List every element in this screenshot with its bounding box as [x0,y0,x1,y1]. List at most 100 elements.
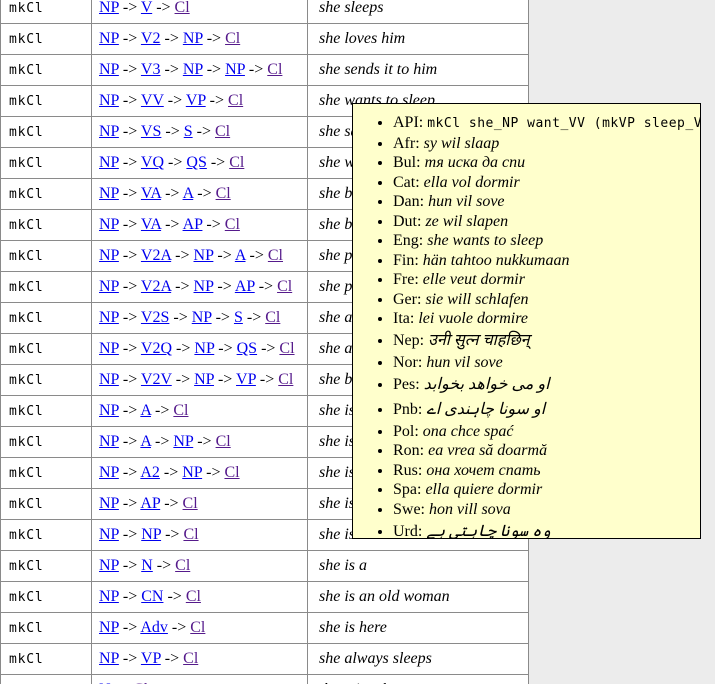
category-link[interactable]: NP [99,371,119,388]
arrow-separator: -> [119,526,141,543]
category-link[interactable]: Cl [186,588,201,605]
category-link[interactable]: A [140,402,151,419]
category-link[interactable]: NP [173,433,193,450]
category-link[interactable]: QS [237,340,257,357]
category-link[interactable]: Cl [279,340,294,357]
category-link[interactable]: Cl [173,402,188,419]
category-link[interactable]: NP [141,526,161,543]
category-link[interactable]: VQ [141,154,164,171]
category-link[interactable]: NP [99,0,119,16]
translation-text: ella vol dormir [424,174,520,191]
category-link[interactable]: NP [99,309,119,326]
category-link[interactable]: Cl [224,464,239,481]
arrow-separator: -> [119,216,141,233]
category-link[interactable]: AP [235,278,255,295]
function-name-cell: mkCl [1,551,92,582]
category-link[interactable]: NP [99,619,119,636]
category-link[interactable]: Cl [268,247,283,264]
category-link[interactable]: QS [186,154,206,171]
category-link[interactable]: Cl [175,0,190,16]
arrow-separator: -> [203,30,225,47]
category-link[interactable]: V2Q [141,340,172,357]
category-link[interactable]: NP [99,557,119,574]
category-link[interactable]: NP [99,216,119,233]
category-link[interactable]: Cl [216,185,231,202]
category-link[interactable]: Cl [190,619,205,636]
category-link[interactable]: V2 [141,30,161,47]
category-link[interactable]: AP [140,495,160,512]
arrow-separator: -> [119,0,141,16]
category-link[interactable]: VV [141,92,164,109]
category-link[interactable]: Cl [215,123,230,140]
category-link[interactable]: V [141,0,152,16]
category-link[interactable]: VP [141,650,161,667]
category-link[interactable]: Cl [183,526,198,543]
category-link[interactable]: NP [99,185,119,202]
category-link[interactable]: NP [183,30,203,47]
category-link[interactable]: NP [99,92,119,109]
category-link[interactable]: A [140,433,151,450]
category-link[interactable]: Cl [278,371,293,388]
category-link[interactable]: NP [99,495,119,512]
category-link[interactable]: NP [99,154,119,171]
arrow-separator: -> [119,464,140,481]
category-link[interactable]: NP [194,278,214,295]
category-link[interactable]: NP [182,464,202,481]
category-link[interactable]: Cl [265,309,280,326]
category-link[interactable]: A [183,185,194,202]
category-link[interactable]: Cl [225,30,240,47]
category-link[interactable]: VA [141,185,161,202]
category-link[interactable]: Cl [216,433,231,450]
example-cell: she sleeps [308,0,529,24]
category-link[interactable]: Cl [183,495,198,512]
category-link[interactable]: S [234,309,243,326]
category-link[interactable]: Cl [225,216,240,233]
category-link[interactable]: NP [225,61,245,78]
category-link[interactable]: NP [99,247,119,264]
category-link[interactable]: N [141,557,153,574]
category-link[interactable]: V2A [141,278,171,295]
category-link[interactable]: Cl [267,61,282,78]
category-link[interactable]: VA [141,216,161,233]
category-link[interactable]: A2 [140,464,160,481]
category-link[interactable]: NP [99,588,119,605]
category-link[interactable]: VP [186,92,206,109]
category-link[interactable]: NP [194,247,214,264]
category-link[interactable]: NP [99,433,119,450]
category-link[interactable]: V2V [141,371,172,388]
category-link[interactable]: CN [141,588,163,605]
category-link[interactable]: VP [236,371,256,388]
translation-text: ella quiere dormir [425,481,542,498]
category-link[interactable]: NP [99,278,119,295]
category-link[interactable]: AP [183,216,203,233]
category-link[interactable]: NP [192,309,212,326]
category-link[interactable]: Cl [183,650,198,667]
translation-text: sy wil slaap [424,135,500,152]
category-link[interactable]: NP [99,402,119,419]
category-link[interactable]: V2S [141,309,169,326]
category-link[interactable]: NP [183,61,203,78]
category-link[interactable]: NP [194,371,214,388]
category-link[interactable]: NP [99,30,119,47]
category-link[interactable]: NP [99,526,119,543]
category-link[interactable]: Cl [175,557,190,574]
translation-text: او می خواهد بخوابد [424,376,550,393]
category-link[interactable]: NP [194,340,214,357]
category-link[interactable]: NP [99,61,119,78]
category-link[interactable]: V2A [141,247,171,264]
category-link[interactable]: Adv [140,619,168,636]
arrow-separator: -> [119,154,141,171]
category-link[interactable]: V3 [141,61,161,78]
translations-list: API: mkCl she_NP want_VV (mkVP sleep_V)A… [353,113,700,539]
arrow-separator: -> [193,123,215,140]
category-link[interactable]: Cl [229,154,244,171]
category-link[interactable]: NP [99,650,119,667]
category-link[interactable]: S [184,123,193,140]
category-link[interactable]: A [235,247,246,264]
category-link[interactable]: Cl [277,278,292,295]
category-link[interactable]: NP [99,340,119,357]
category-link[interactable]: NP [99,464,119,481]
category-link[interactable]: Cl [228,92,243,109]
category-link[interactable]: VS [141,123,161,140]
category-link[interactable]: NP [99,123,119,140]
